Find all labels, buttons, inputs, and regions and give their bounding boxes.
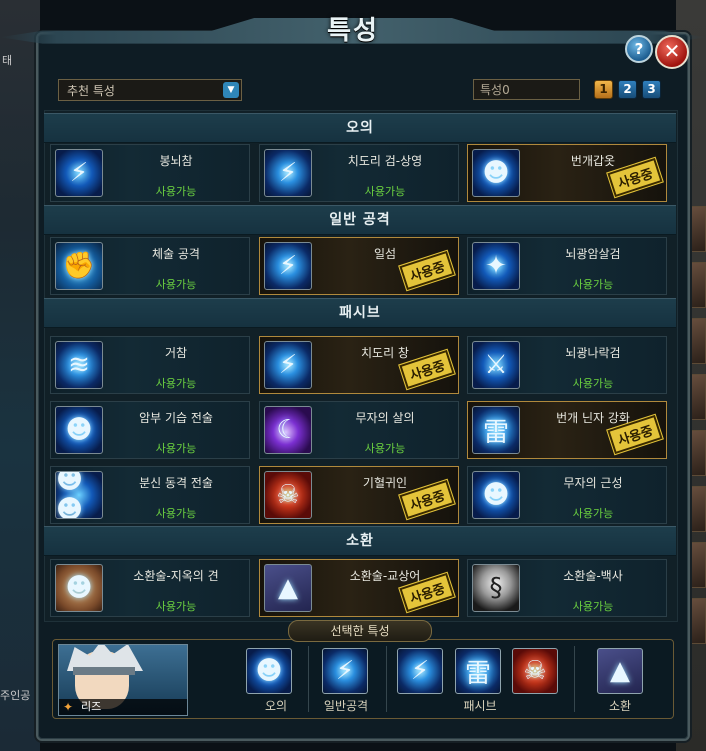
talent-card[interactable]: ▲ 소환술-교상어 사용중 [259,559,459,617]
talent-status: 사용가능 [364,442,406,455]
talent-card[interactable]: ⚡ 일섬 사용중 [259,237,459,295]
talent-name: 거참 [164,346,188,360]
talent-card[interactable]: ☻ 무자의 근성 사용가능 [467,466,667,524]
help-button[interactable]: ? [625,35,653,63]
talent-card[interactable]: ✦ 뇌광암살검 사용가능 [467,237,667,295]
white-snake-icon: § [472,564,520,612]
demon-face-icon[interactable]: ☠ [512,648,558,694]
section-header-passive: 패시브 [44,298,676,328]
lightning-blade-icon: ⚡ [55,149,103,197]
divider [308,646,309,712]
group-label-normal: 일반공격 [323,699,369,713]
talent-card[interactable]: ☠ 기혈귀인 사용중 [259,466,459,524]
talent-status: 사용가능 [155,600,197,613]
recommend-dropdown-value: 추천 특성 [67,84,115,98]
preset-button-1[interactable]: 1 [594,80,613,99]
character-name: 리즈 [59,699,187,715]
recommend-dropdown[interactable]: 추천 특성 ▼ [58,79,242,101]
section-header-ougi: 오의 [44,113,676,143]
talent-card[interactable]: ⚡ 봉뇌참 사용가능 [50,144,250,202]
flash-strike-icon: ⚡ [264,242,312,290]
talent-card[interactable]: ☻☻ 분신 동격 전술 사용가능 [50,466,250,524]
section-header-summon: 소환 [44,526,676,556]
guts-icon: ☻ [472,471,520,519]
talent-status: 사용가능 [155,278,197,291]
background-text: 주인공 [0,689,31,702]
chevron-down-icon: ▼ [223,82,239,98]
chidori-sword-icon: ⚡ [264,149,312,197]
talent-name: 암부 기습 전술 [139,411,213,425]
close-icon: ✕ [663,39,681,63]
talent-status: 사용가능 [155,507,197,520]
anbu-ambush-icon: ☻ [55,406,103,454]
character-portrait: 리즈 ✦ [58,644,188,716]
selected-talents-label: 선택한 특성 [288,620,432,642]
divider [574,646,575,712]
talent-card[interactable]: ⚔ 뇌광나락검 사용가능 [467,336,667,394]
talent-name: 소환술-지옥의 견 [133,569,219,583]
talent-name: 소환술-백사 [563,569,623,583]
preset-name-field[interactable]: 특성0 [473,79,580,100]
shark-icon: ▲ [264,564,312,612]
talent-card[interactable]: ☻ 암부 기습 전술 사용가능 [50,401,250,459]
shark-icon[interactable]: ▲ [597,648,643,694]
divider [386,646,387,712]
talent-card[interactable]: § 소환술-백사 사용가능 [467,559,667,617]
lightning-kanji-icon: 雷 [472,406,520,454]
lightning-assassin-sword-icon: ✦ [472,242,520,290]
talent-name: 뇌광암살검 [565,247,621,261]
talent-status: 사용가능 [155,185,197,198]
talent-card[interactable]: ☾ 무자의 살의 사용가능 [259,401,459,459]
preset-button-3[interactable]: 3 [642,80,661,99]
lightning-abyss-sword-icon: ⚔ [472,341,520,389]
talent-card[interactable]: ≋ 거참 사용가능 [50,336,250,394]
talent-card[interactable]: ⚡ 치도리 검-상영 사용가능 [259,144,459,202]
talent-status: 사용가능 [572,507,614,520]
talent-card[interactable]: ⚡ 치도리 창 사용중 [259,336,459,394]
fist-icon: ✊ [55,242,103,290]
talent-name: 무자의 살의 [355,411,415,425]
chidori-spear-icon: ⚡ [264,341,312,389]
group-label-summon: 소환 [608,699,632,713]
talent-name: 체술 공격 [152,247,200,261]
background-text: 태 [2,54,13,67]
lightning-armor-icon: ☻ [472,149,520,197]
lightning-kanji-icon[interactable]: 雷 [455,648,501,694]
talent-status: 사용가능 [572,278,614,291]
lightning-armor-icon[interactable]: ☻ [246,648,292,694]
talent-name: 분신 동격 전술 [139,476,213,490]
group-label-ougi: 오의 [264,699,288,713]
talent-status: 사용가능 [155,377,197,390]
background-left [0,0,40,751]
star-icon: ✦ [63,700,74,714]
chidori-spear-icon[interactable]: ⚡ [397,648,443,694]
demon-face-icon: ☠ [264,471,312,519]
talent-card[interactable]: 雷 번개 닌자 강화 사용중 [467,401,667,459]
talent-status: 사용가능 [155,442,197,455]
group-label-passive: 패시브 [463,699,497,713]
talent-status: 사용가능 [572,377,614,390]
talent-name: 뇌광나락검 [565,346,621,360]
preset-button-2[interactable]: 2 [618,80,637,99]
talent-status: 사용가능 [364,185,406,198]
talent-name: 치도리 검-상영 [347,154,423,168]
talent-card[interactable]: ☻ 소환술-지옥의 견 사용가능 [50,559,250,617]
window-title: 특성 [327,16,379,46]
clone-tactics-icon: ☻☻ [55,471,103,519]
flash-strike-icon[interactable]: ⚡ [322,648,368,694]
slash-wave-icon: ≋ [55,341,103,389]
hell-dog-icon: ☻ [55,564,103,612]
killing-intent-icon: ☾ [264,406,312,454]
section-header-normal: 일반 공격 [44,205,676,235]
talent-name: 봉뇌참 [159,154,193,168]
talent-name: 무자의 근성 [563,476,623,490]
talent-status: 사용가능 [572,600,614,613]
talent-card[interactable]: ☻ 번개갑옷 사용중 [467,144,667,202]
talent-card[interactable]: ✊ 체술 공격 사용가능 [50,237,250,295]
close-button[interactable]: ✕ [655,35,689,69]
